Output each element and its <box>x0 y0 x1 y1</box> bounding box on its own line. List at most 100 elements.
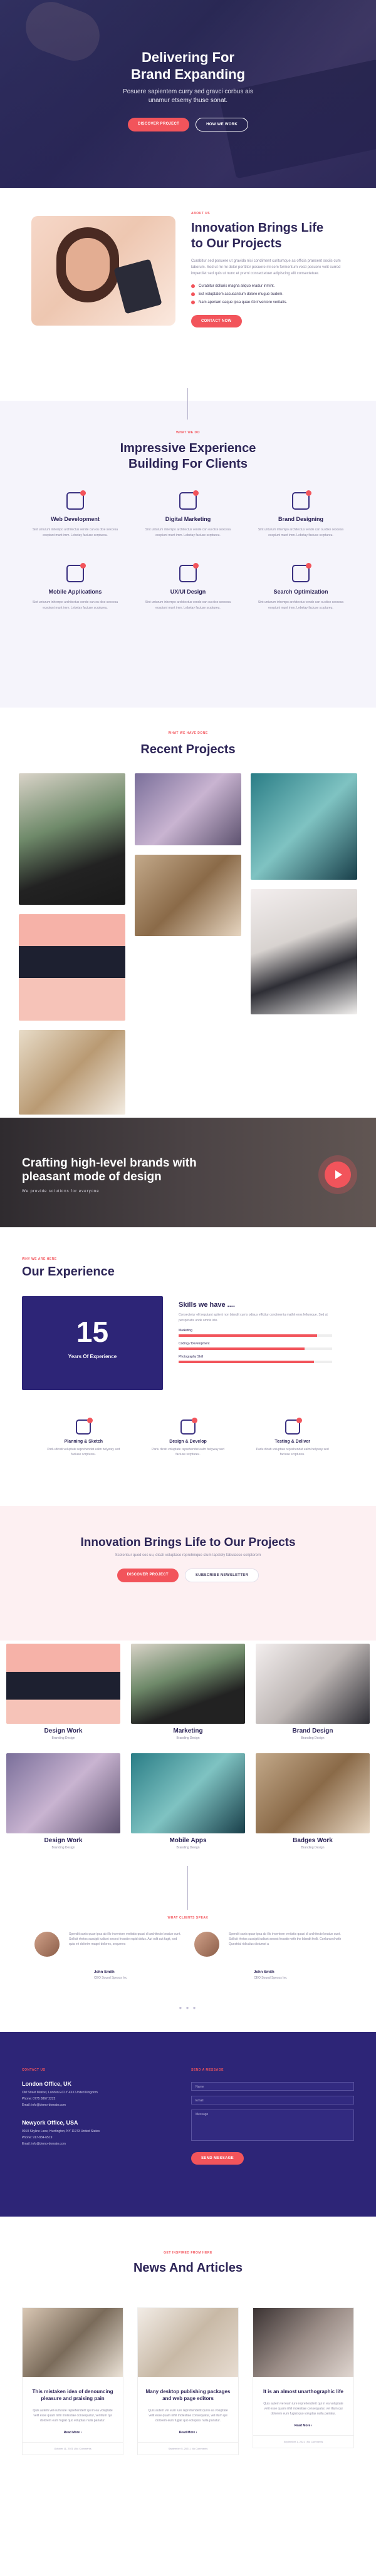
mobile-applications-icon <box>66 563 86 582</box>
news-section: Get Inspired From Here News And Articles… <box>0 2217 376 2498</box>
service-card[interactable]: Web Development Sint unturum inhempo arch… <box>25 490 125 538</box>
skill-progress-bar <box>179 1334 332 1337</box>
years-label: Years Of Experience <box>68 1354 117 1359</box>
article-card[interactable]: It is an almost unarthographic life Quis… <box>253 2307 354 2448</box>
project-tile[interactable] <box>19 914 125 1021</box>
planning-icon <box>76 1418 93 1435</box>
article-card[interactable]: Many desktop publishing packages and web… <box>137 2307 239 2455</box>
testimonials-kicker: What Clients Speak <box>167 1916 209 1920</box>
testing-deliver-icon <box>285 1418 302 1435</box>
discover-project-button[interactable]: Discover Project <box>127 118 190 131</box>
avatar <box>34 1932 60 1957</box>
skills-title: Skills we have .... <box>179 1301 235 1309</box>
portfolio-card[interactable]: Design Work Branding Design <box>6 1753 120 1850</box>
divider <box>187 1866 188 1910</box>
email-field[interactable]: Email <box>191 2096 354 2105</box>
services-title: Impressive Experience Building For Client… <box>120 441 256 471</box>
experience-kicker: Why We Are Here <box>22 1257 57 1261</box>
portfolio-card[interactable]: Marketing Branding Design <box>131 1644 245 1740</box>
article-card[interactable]: This mistaken idea of denouncing pleasur… <box>22 2307 123 2455</box>
discover-project-button[interactable]: Discover Project <box>117 1569 179 1582</box>
london-office-title: London Office, UK <box>22 2081 71 2087</box>
about-kicker: About Us <box>191 212 211 215</box>
banner-subtitle: We provide solutions for everyone <box>22 1190 100 1193</box>
web-development-icon <box>66 490 86 510</box>
bullet-dot-icon <box>191 301 195 304</box>
skill-label: Marketing <box>179 1329 192 1332</box>
step-card: Planning & Sketch Parlu dicati voluptate … <box>31 1418 136 1457</box>
news-kicker: Get Inspired From Here <box>164 2251 212 2255</box>
service-card[interactable]: Mobile Applications Sint unturum inhempo … <box>25 563 125 611</box>
avatar <box>194 1932 219 1957</box>
list-item: Curabitur dollaris magna aliquo eradur i… <box>191 284 354 288</box>
about-title: Innovation Brings Life to Our Projects <box>191 221 324 250</box>
service-card[interactable]: Digital Marketing Sint unturum inhempo ar… <box>138 490 238 538</box>
banner-title: Crafting high-level brands with pleasant … <box>22 1157 197 1183</box>
portfolio-card[interactable]: Design Work Branding Design <box>6 1644 120 1740</box>
hero-section: Delivering For Brand Expanding Posuere sa… <box>0 0 376 188</box>
services-kicker: What We Do <box>176 431 200 435</box>
hero-subtitle: Posuere sapientem curry sed gravci corbu… <box>123 88 253 104</box>
years-experience-box: 15 Years Of Experience <box>22 1296 163 1390</box>
portfolio-card[interactable]: Brand Design Branding Design <box>256 1644 370 1740</box>
project-tile[interactable] <box>19 773 125 905</box>
message-field[interactable]: Message <box>191 2110 354 2141</box>
skills-panel: Skills we have .... Consectetur elit rep… <box>179 1301 332 1363</box>
portfolio-card[interactable]: Badges Work Branding Design <box>256 1753 370 1850</box>
carousel-dots[interactable]: ● ● ● <box>0 2005 376 2011</box>
contact-kicker: Contact Us <box>22 2068 46 2072</box>
project-tile[interactable] <box>135 855 241 936</box>
about-section: About Us Innovation Brings Life to Our Pr… <box>0 188 376 401</box>
cta-section: Innovation Brings Life to Our Projects S… <box>0 1506 376 1641</box>
list-item: Est voluptatem accusantium dolore mugue … <box>191 292 354 296</box>
form-kicker: Send a Message <box>191 2068 224 2072</box>
recent-title: Recent Projects <box>140 743 236 756</box>
design-develop-icon <box>180 1418 197 1435</box>
portfolio-section: Design Work Branding Design Marketing Bran… <box>0 1641 376 1866</box>
article-image <box>253 2308 353 2377</box>
portfolio-card[interactable]: Mobile Apps Branding Design <box>131 1753 245 1850</box>
recent-projects-section: What We Have Done Recent Projects <box>0 708 376 1118</box>
article-image <box>138 2308 238 2377</box>
project-tile[interactable] <box>251 773 357 880</box>
service-card[interactable]: Brand Designing Sint unturum inhempo arch… <box>251 490 351 538</box>
news-title: News And Articles <box>133 2261 243 2275</box>
cta-subtitle: Scelerisur quod sec uu, dicali voluptase… <box>115 1553 261 1557</box>
experience-title: Our Experience <box>22 1265 115 1279</box>
brand-designing-icon <box>292 490 311 510</box>
skills-description: Consectetur elit reputant aptient non bl… <box>179 1313 328 1322</box>
name-field[interactable]: Name <box>191 2082 354 2091</box>
about-image <box>31 216 175 326</box>
divider <box>187 388 188 420</box>
step-card: Testing & Deliver Parlu dicati voluptate … <box>240 1418 345 1457</box>
cta-title: Innovation Brings Life to Our Projects <box>80 1536 296 1549</box>
project-tile[interactable] <box>135 773 241 845</box>
subscribe-newsletter-button[interactable]: Subscribe Newsletter <box>184 1569 259 1582</box>
read-more-link[interactable]: Read More › <box>23 2431 123 2434</box>
contact-section: Contact Us London Office, UK Old Street … <box>0 2032 376 2217</box>
send-message-button[interactable]: Send Message <box>191 2152 244 2165</box>
skill-progress-bar <box>179 1361 332 1363</box>
bullet-dot-icon <box>191 284 195 288</box>
testimonials-section: What Clients Speak Spendit sanis quae ip… <box>0 1866 376 2032</box>
years-number: 15 <box>76 1316 109 1348</box>
about-bullet-list: Curabitur dollaris magna aliquo eradur i… <box>191 284 354 304</box>
services-section: What We Do Impressive Experience Building… <box>0 388 376 708</box>
video-banner: Crafting high-level brands with pleasant … <box>0 1118 376 1227</box>
service-card[interactable]: UX/UI Design Sint unturum inhempo archite… <box>138 563 238 611</box>
play-video-icon[interactable] <box>325 1162 351 1188</box>
service-card[interactable]: Search Optimization Sint unturum inhempo … <box>251 563 351 611</box>
list-item: Nam aperiam eaque ipsa quae Ab inventore… <box>191 301 354 304</box>
about-description: Curabitur sed posuere ut gravida nisi co… <box>191 259 341 276</box>
recent-kicker: What We Have Done <box>168 731 208 735</box>
read-more-link[interactable]: Read More › <box>138 2431 238 2434</box>
step-card: Design & Develop Parlu dicati voluptate r… <box>136 1418 241 1457</box>
contact-now-button[interactable]: Contact Now <box>191 315 242 327</box>
digital-marketing-icon <box>179 490 199 510</box>
skill-label: Photography Skill <box>179 1355 203 1359</box>
newyork-office-title: Newyork Office, USA <box>22 2120 78 2126</box>
project-tile[interactable] <box>251 889 357 1014</box>
how-we-work-button[interactable]: How We Work <box>196 118 249 131</box>
project-tile[interactable] <box>19 1030 125 1115</box>
read-more-link[interactable]: Read More › <box>253 2424 353 2428</box>
